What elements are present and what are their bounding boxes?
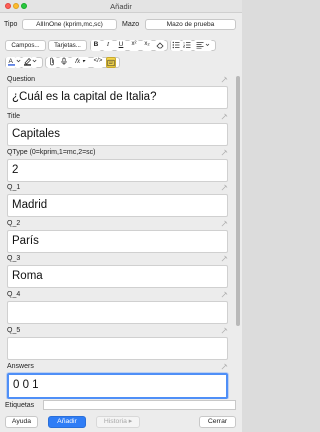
sticky-pin-icon[interactable] [221, 113, 228, 120]
align-icon[interactable] [194, 40, 212, 51]
field-label-answers: Answers [7, 363, 34, 370]
field-q3[interactable]: Roma [7, 265, 228, 288]
field-label-q1: Q_1 [7, 184, 21, 191]
superscript-icon[interactable]: x² [129, 40, 139, 51]
field-label-q4: Q_4 [7, 291, 21, 298]
bold-icon[interactable]: B [91, 40, 101, 51]
sticky-pin-icon[interactable] [221, 184, 228, 191]
note-type-button[interactable]: AllInOne (kprim,mc,sc) [22, 19, 117, 30]
bullet-list-icon[interactable] [171, 40, 181, 51]
close-button[interactable]: Cerrar [199, 416, 236, 428]
highlight-dropdown-icon[interactable] [31, 57, 37, 68]
eraser-icon[interactable] [155, 40, 165, 51]
sticky-pin-icon[interactable] [221, 76, 228, 83]
paperclip-icon[interactable] [47, 57, 57, 68]
add-button[interactable]: Añadir [48, 416, 86, 428]
deck-button[interactable]: Mazo de prueba [145, 19, 236, 30]
fields-scrollbar[interactable] [236, 76, 240, 326]
sticky-pin-icon[interactable] [221, 255, 228, 262]
svg-text:A: A [8, 58, 13, 65]
field-q2[interactable]: París [7, 230, 228, 253]
fields-button[interactable]: Campos... [5, 40, 46, 51]
title-bar: Añadir [0, 0, 242, 13]
field-q1[interactable]: Madrid [7, 194, 228, 217]
tags-label: Etiquetas [5, 402, 35, 409]
field-label-q5: Q_5 [7, 327, 21, 334]
field-label-q2: Q_2 [7, 220, 21, 227]
numbered-list-icon[interactable] [182, 40, 192, 51]
fields-area[interactable]: Question ¿Cuál es la capital de Italia? … [0, 74, 242, 399]
italic-icon[interactable]: I [103, 40, 113, 51]
cards-button[interactable]: Tarjetas... [48, 40, 87, 51]
function-icon[interactable]: 𝑓x ▾ [71, 57, 89, 68]
field-label-q3: Q_3 [7, 255, 21, 262]
tags-input[interactable] [43, 400, 236, 410]
sticky-pin-icon[interactable] [221, 149, 228, 156]
history-button[interactable]: Historia ▸ [96, 416, 140, 428]
deck-label: Mazo [122, 21, 140, 28]
text-color-dropdown-icon[interactable] [15, 57, 21, 68]
subscript-icon[interactable]: x₂ [142, 40, 152, 51]
code-icon[interactable]: </> [93, 57, 103, 68]
field-label-title: Title [7, 113, 20, 120]
field-title[interactable]: Capitales [7, 123, 228, 146]
microphone-icon[interactable] [59, 57, 69, 68]
help-button[interactable]: Ayuda [5, 416, 38, 428]
field-qtype[interactable]: 2 [7, 159, 228, 182]
image-occlusion-icon[interactable] [106, 57, 116, 68]
field-q4[interactable] [7, 301, 228, 324]
window-title: Añadir [110, 2, 132, 11]
underline-icon[interactable]: U [116, 40, 126, 51]
field-answers[interactable]: 0 0 1 [7, 373, 228, 399]
sticky-pin-icon[interactable] [221, 291, 228, 298]
type-label: Tipo [4, 21, 18, 28]
sticky-pin-icon[interactable] [221, 327, 228, 334]
sticky-pin-icon[interactable] [221, 363, 228, 370]
add-note-window: Añadir Tipo AllInOne (kprim,mc,sc) Mazo … [0, 0, 242, 432]
sticky-pin-icon[interactable] [221, 220, 228, 227]
field-label-question: Question [7, 76, 36, 83]
field-label-qtype: QType (0=kprim,1=mc,2=sc) [7, 149, 96, 156]
field-question[interactable]: ¿Cuál es la capital de Italia? [7, 86, 228, 109]
field-q5[interactable] [7, 337, 228, 360]
